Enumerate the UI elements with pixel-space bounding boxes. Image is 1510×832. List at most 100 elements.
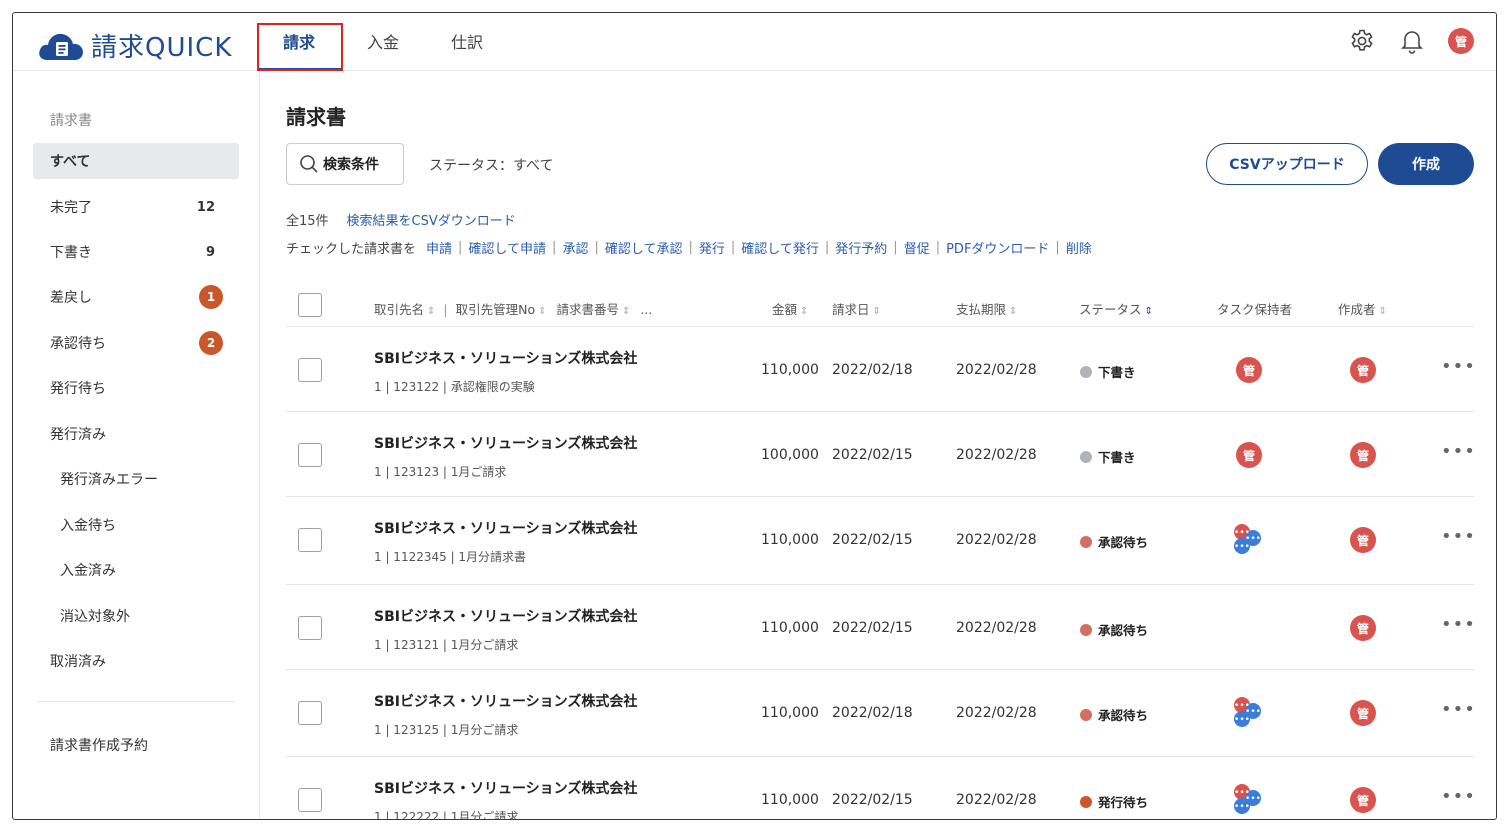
gear-icon[interactable] (1348, 27, 1376, 55)
multiple-owners-icon[interactable]: ••••••••• (1230, 522, 1266, 558)
partner-name[interactable]: SBIビジネス・ソリューションズ株式会社 (374, 348, 637, 368)
create-button[interactable]: 作成 (1378, 143, 1474, 185)
sidebar-item-all[interactable]: すべて (33, 143, 239, 179)
svg-text:•••: ••• (1234, 715, 1250, 725)
sidebar-item-awaiting-issue[interactable]: 発行待ち (33, 370, 239, 406)
sidebar-item-issued[interactable]: 発行済み (33, 416, 239, 452)
bulk-pdf-download-link[interactable]: PDFダウンロード (946, 238, 1049, 257)
bulk-prefix: チェックした請求書を (286, 242, 417, 257)
table-row[interactable]: SBIビジネス・ソリューションズ株式会社 1 | 123123 | 1月ご請求 10… (286, 412, 1476, 497)
cloud-logo-icon (39, 33, 83, 60)
more-actions-icon[interactable]: ••• (1441, 526, 1476, 547)
creator-avatar[interactable]: 管 (1350, 615, 1376, 641)
row-checkbox[interactable] (298, 358, 322, 382)
column-header-due[interactable]: 支払期限 ⇕ (956, 299, 1017, 318)
more-actions-icon[interactable]: ••• (1441, 614, 1476, 635)
column-label: 請求日 (832, 302, 870, 317)
partner-name[interactable]: SBIビジネス・ソリューションズ株式会社 (374, 518, 637, 538)
sidebar-item-awaiting-approval[interactable]: 承認待ち 2 (33, 325, 239, 361)
table-row[interactable]: SBIビジネス・ソリューションズ株式会社 1 | 123122 | 承認権限の実験… (286, 327, 1476, 412)
sidebar-item-draft[interactable]: 下書き 9 (33, 234, 239, 270)
partner-name[interactable]: SBIビジネス・ソリューションズ株式会社 (374, 433, 637, 453)
table-row[interactable]: SBIビジネス・ソリューションズ株式会社 1 | 123121 | 1月分ご請求 1… (286, 585, 1476, 670)
creator-avatar[interactable]: 管 (1350, 527, 1376, 553)
app-name: 請求QUICK (91, 33, 233, 63)
sidebar-item-returned[interactable]: 差戻し 1 (33, 279, 239, 315)
more-actions-icon[interactable]: ••• (1441, 699, 1476, 720)
table-row[interactable]: SBIビジネス・ソリューションズ株式会社 1 | 122222 | 1月分ご請求 1… (286, 757, 1476, 820)
row-checkbox[interactable] (298, 443, 322, 467)
sidebar-item-incomplete[interactable]: 未完了 12 (33, 189, 239, 225)
multiple-owners-icon[interactable]: ••••••••• (1230, 695, 1266, 731)
multiple-owners-icon[interactable]: ••••••••• (1230, 782, 1266, 818)
column-header-partner[interactable]: 取引先名 ⇕ | 取引先管理No ⇕ 請求書番号 ⇕ ... (374, 299, 652, 318)
column-header-task-owner: タスク保持者 (1217, 299, 1292, 318)
creator-avatar[interactable]: 管 (1350, 357, 1376, 383)
invoice-sub-info: 1 | 123125 | 1月分ご請求 (374, 723, 519, 737)
partner-name[interactable]: SBIビジネス・ソリューションズ株式会社 (374, 778, 637, 798)
invoice-sub-info: 1 | 122222 | 1月分ご請求 (374, 810, 519, 820)
sidebar-item-scheduled-creation[interactable]: 請求書作成予約 (33, 727, 239, 763)
sidebar-item-awaiting-payment[interactable]: 入金待ち (33, 507, 239, 543)
csv-upload-button[interactable]: CSVアップロード (1206, 143, 1368, 185)
table-row[interactable]: SBIビジネス・ソリューションズ株式会社 1 | 123125 | 1月分ご請求 1… (286, 670, 1476, 757)
sidebar-item-issued-error[interactable]: 発行済みエラー (33, 461, 239, 497)
creator-avatar[interactable]: 管 (1350, 787, 1376, 813)
bulk-confirm-approve-link[interactable]: 確認して承認 (605, 238, 683, 257)
partner-name[interactable]: SBIビジネス・ソリューションズ株式会社 (374, 691, 637, 711)
row-checkbox[interactable] (298, 528, 322, 552)
column-header-amount[interactable]: 金額 ⇕ (772, 299, 808, 318)
page-title: 請求書 (286, 105, 346, 129)
task-owner-avatar[interactable]: 管 (1236, 442, 1262, 468)
bulk-apply-link[interactable]: 申請 (426, 238, 452, 257)
tab-invoice[interactable]: 請求 (257, 13, 343, 71)
sort-icon: ⇕ (872, 306, 881, 317)
status-label: 発行待ち (1098, 795, 1149, 810)
due-date: 2022/02/28 (956, 362, 1037, 378)
table-header: 取引先名 ⇕ | 取引先管理No ⇕ 請求書番号 ⇕ ... 金額 ⇕ 請求日 ⇕ 支払期… (286, 287, 1474, 327)
tab-journal[interactable]: 仕訳 (425, 13, 509, 71)
column-header-status[interactable]: ステータス ⇕ (1079, 299, 1153, 318)
bulk-confirm-apply-link[interactable]: 確認して申請 (468, 238, 546, 257)
sidebar-item-excluded[interactable]: 消込対象外 (33, 598, 239, 634)
amount: 110,000 (761, 620, 819, 636)
bulk-approve-link[interactable]: 承認 (562, 238, 588, 257)
more-actions-icon[interactable]: ••• (1441, 441, 1476, 462)
sidebar-item-paid[interactable]: 入金済み (33, 552, 239, 588)
invoice-date: 2022/02/18 (832, 705, 913, 721)
sidebar-item-cancelled[interactable]: 取消済み (33, 643, 239, 679)
bell-icon[interactable] (1398, 27, 1426, 55)
bulk-confirm-issue-link[interactable]: 確認して発行 (741, 238, 819, 257)
bulk-issue-link[interactable]: 発行 (699, 238, 725, 257)
svg-text:•••: ••• (1234, 802, 1250, 812)
result-count: 全15件 (286, 214, 329, 229)
bulk-remind-link[interactable]: 督促 (904, 238, 930, 257)
more-actions-icon[interactable]: ••• (1441, 786, 1476, 807)
creator-avatar[interactable]: 管 (1350, 442, 1376, 468)
task-owner-avatar[interactable]: 管 (1236, 357, 1262, 383)
user-avatar[interactable]: 管 (1448, 28, 1474, 54)
search-conditions-button[interactable]: 検索条件 (286, 143, 404, 185)
row-checkbox[interactable] (298, 788, 322, 812)
column-header-creator[interactable]: 作成者 ⇕ (1338, 299, 1387, 318)
select-all-checkbox[interactable] (298, 293, 322, 317)
bulk-delete-link[interactable]: 削除 (1066, 238, 1092, 257)
result-summary: 全15件 検索結果をCSVダウンロード (286, 210, 516, 229)
tab-journal-label: 仕訳 (451, 33, 484, 52)
creator-avatar[interactable]: 管 (1350, 700, 1376, 726)
more-actions-icon[interactable]: ••• (1441, 356, 1476, 377)
column-header-date[interactable]: 請求日 ⇕ (832, 299, 881, 318)
column-label: タスク保持者 (1217, 302, 1293, 317)
table-row[interactable]: SBIビジネス・ソリューションズ株式会社 1 | 1122345 | 1月分請求書… (286, 497, 1476, 585)
tab-payment-label: 入金 (367, 33, 400, 52)
app-logo[interactable]: 請求QUICK (37, 27, 232, 64)
csv-download-link[interactable]: 検索結果をCSVダウンロード (347, 210, 516, 229)
tab-payment[interactable]: 入金 (341, 13, 425, 71)
status-label: 承認待ち (1098, 708, 1149, 723)
partner-name[interactable]: SBIビジネス・ソリューションズ株式会社 (374, 606, 637, 626)
row-checkbox[interactable] (298, 701, 322, 725)
status-badge: 承認待ち (1080, 705, 1148, 724)
row-checkbox[interactable] (298, 616, 322, 640)
main-tabs: 請求 入金 仕訳 (257, 13, 509, 71)
bulk-schedule-issue-link[interactable]: 発行予約 (835, 238, 887, 257)
